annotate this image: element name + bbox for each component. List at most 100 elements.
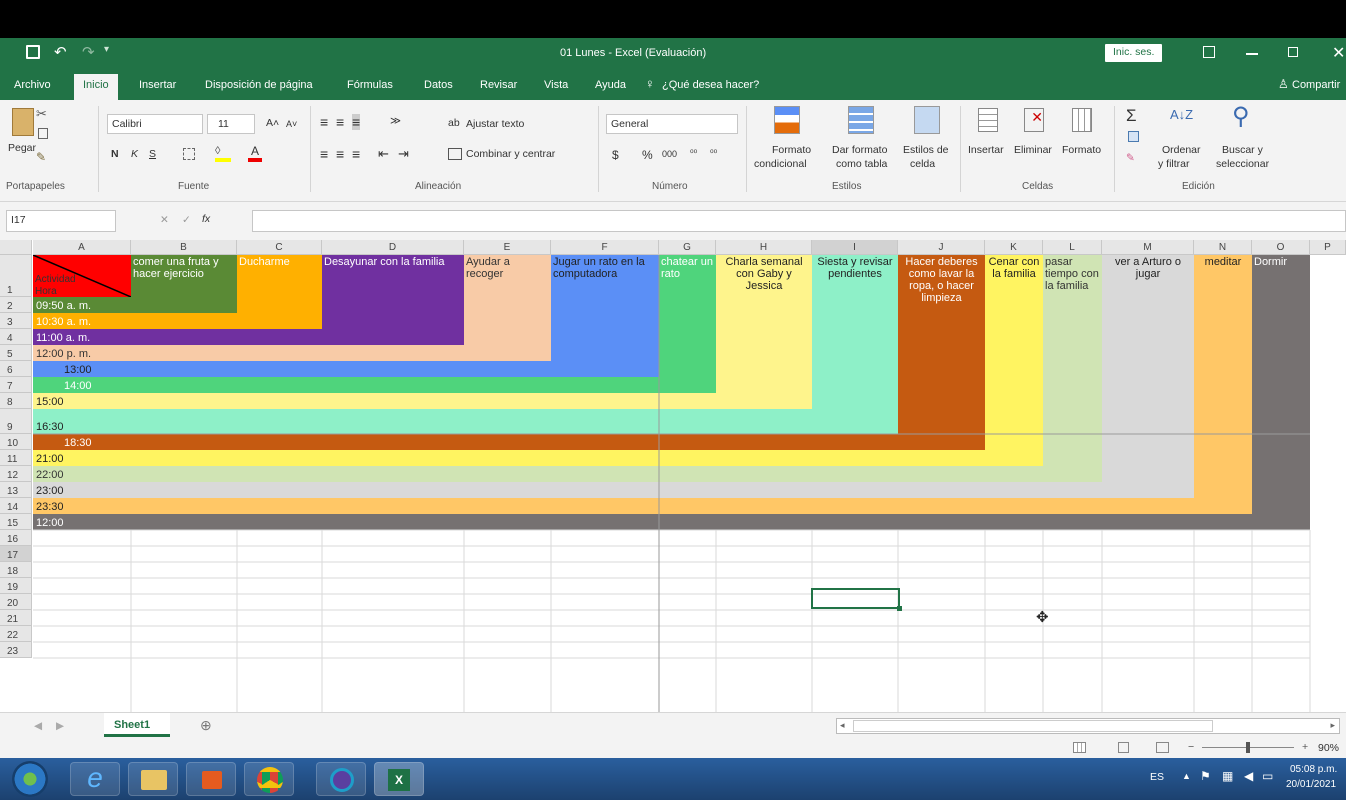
tab-insertar[interactable]: Insertar (139, 79, 176, 91)
scroll-left-icon[interactable]: ◂ (840, 720, 845, 731)
font-name-combo[interactable]: Calibri (107, 114, 203, 134)
paste-icon[interactable] (12, 108, 34, 136)
sort-filter-button-2[interactable]: y filtrar (1158, 158, 1190, 170)
align-center-icon[interactable]: ≡ (336, 146, 344, 162)
conditional-format-button-2[interactable]: condicional (754, 158, 807, 170)
volume-icon[interactable]: ◀ (1244, 769, 1253, 783)
zoom-slider[interactable] (1202, 742, 1294, 753)
increase-decimal-icon[interactable]: ⁰⁰ (690, 148, 697, 159)
formula-input[interactable] (252, 210, 1346, 232)
add-sheet-icon[interactable]: ⊕ (200, 717, 212, 734)
page-layout-icon[interactable] (1118, 742, 1129, 753)
language-indicator[interactable]: ES (1150, 771, 1164, 783)
show-hidden-icon[interactable]: ▲ (1182, 771, 1191, 781)
align-bottom-icon[interactable]: ≡ (352, 114, 361, 130)
borders-icon[interactable] (183, 148, 195, 160)
minimize-icon[interactable] (1246, 53, 1258, 55)
paste-button[interactable]: Pegar (8, 142, 36, 154)
copy-icon[interactable] (38, 128, 48, 139)
name-box[interactable]: I17 (6, 210, 116, 232)
font-color-icon[interactable]: A (248, 144, 262, 162)
excel-icon[interactable]: X (374, 762, 424, 796)
tab-formulas[interactable]: Fórmulas (347, 79, 393, 91)
outlook-icon[interactable] (186, 762, 236, 796)
tell-me-input[interactable]: ¿Qué desea hacer? (662, 79, 759, 91)
confirm-entry-icon[interactable]: ✓ (182, 214, 191, 226)
zoom-in-icon[interactable]: + (1302, 741, 1308, 753)
underline-button[interactable]: S (149, 148, 156, 160)
insert-cells-button[interactable]: Insertar (968, 144, 1004, 156)
explorer-icon[interactable] (128, 762, 178, 796)
display-icon[interactable]: ▭ (1262, 769, 1273, 783)
flag-icon[interactable]: ⚑ (1200, 769, 1211, 783)
decrease-indent-icon[interactable]: ⇤ (378, 146, 389, 162)
share-button[interactable]: Compartir (1292, 79, 1340, 91)
network-icon[interactable]: ▦ (1222, 769, 1233, 783)
format-cells-button[interactable]: Formato (1062, 144, 1101, 156)
zoom-slider-thumb[interactable] (1246, 742, 1250, 753)
scroll-thumb[interactable] (853, 720, 1213, 732)
scroll-right-icon[interactable]: ▸ (1330, 720, 1335, 731)
sheet-tab-sheet1[interactable]: Sheet1 (104, 713, 170, 737)
conditional-format-button[interactable]: Formato (772, 144, 811, 156)
zoom-level[interactable]: 90% (1318, 742, 1339, 754)
cell-styles-button-2[interactable]: celda (910, 158, 935, 170)
horizontal-scrollbar[interactable]: ◂ ▸ (836, 718, 1340, 734)
start-icon[interactable] (12, 761, 48, 797)
tab-archivo[interactable]: Archivo (14, 79, 51, 91)
shrink-font-icon[interactable]: A˅ (286, 119, 297, 129)
find-select-button[interactable]: Buscar y (1222, 144, 1263, 156)
font-size-combo[interactable]: 11 (207, 114, 255, 134)
increase-indent-icon[interactable]: ⇥ (398, 146, 409, 162)
find-select-button-2[interactable]: seleccionar (1216, 158, 1269, 170)
number-format-combo[interactable]: General (606, 114, 738, 134)
prev-sheet-icon[interactable]: ◀ (34, 720, 42, 732)
fill-icon[interactable] (1128, 131, 1139, 142)
ie-icon[interactable]: e (70, 762, 120, 796)
merge-center-button[interactable]: Combinar y centrar (466, 148, 555, 160)
zoom-out-icon[interactable]: − (1188, 741, 1194, 753)
orientation-icon[interactable]: ≫ (390, 115, 401, 127)
italic-button[interactable]: K (131, 148, 138, 160)
fill-handle[interactable] (897, 606, 902, 611)
insert-function-icon[interactable]: fx (202, 213, 210, 225)
ribbon-display-icon[interactable] (1203, 46, 1215, 58)
save-icon[interactable] (26, 45, 40, 59)
align-middle-icon[interactable]: ≡ (336, 114, 344, 130)
autosum-icon[interactable]: Σ (1126, 106, 1137, 126)
wrap-text-button[interactable]: Ajustar texto (466, 118, 524, 130)
delete-cells-button[interactable]: Eliminar (1014, 144, 1052, 156)
format-painter-icon[interactable]: ✎ (36, 150, 46, 164)
app-icon[interactable] (316, 762, 366, 796)
format-table-button[interactable]: Dar formato (832, 144, 887, 156)
align-left-icon[interactable]: ≡ (320, 146, 328, 162)
next-sheet-icon[interactable]: ▶ (56, 720, 64, 732)
align-top-icon[interactable]: ≡ (320, 114, 328, 130)
signin-button[interactable]: Inic. ses. (1105, 44, 1163, 62)
spreadsheet-grid[interactable]: ABCDEFGHIJKLMNOP 1 2 3 4 5 6 7 8 9 10 11 12 13 14 15 16… (0, 240, 1346, 712)
currency-button[interactable]: $ (612, 148, 619, 162)
clock-date[interactable]: 20/01/2021 (1286, 779, 1336, 790)
clock-time[interactable]: 05:08 p.m. (1290, 764, 1337, 775)
share-icon[interactable]: ♙ (1278, 77, 1289, 91)
tab-vista[interactable]: Vista (544, 79, 568, 91)
clear-icon[interactable]: ✎ (1126, 152, 1135, 164)
page-break-icon[interactable] (1156, 742, 1169, 753)
normal-view-icon[interactable] (1073, 742, 1086, 753)
tab-disposicion[interactable]: Disposición de página (205, 79, 313, 91)
restore-icon[interactable] (1288, 47, 1298, 57)
customize-icon[interactable]: ▾ (104, 44, 109, 55)
tab-datos[interactable]: Datos (424, 79, 453, 91)
bold-button[interactable]: N (111, 148, 119, 160)
close-icon[interactable]: ✕ (1332, 43, 1345, 63)
cell-styles-button[interactable]: Estilos de (903, 144, 949, 156)
selected-cell[interactable] (811, 588, 900, 609)
sort-filter-button[interactable]: Ordenar (1162, 144, 1201, 156)
tab-inicio[interactable]: Inicio (74, 74, 118, 100)
align-right-icon[interactable]: ≡ (352, 146, 360, 162)
cut-icon[interactable]: ✂ (36, 106, 47, 122)
percent-button[interactable]: % (642, 148, 653, 162)
decrease-decimal-icon[interactable]: ⁰⁰ (710, 148, 717, 159)
chrome-icon[interactable] (244, 762, 294, 796)
undo-icon[interactable]: ↶ (54, 43, 67, 61)
